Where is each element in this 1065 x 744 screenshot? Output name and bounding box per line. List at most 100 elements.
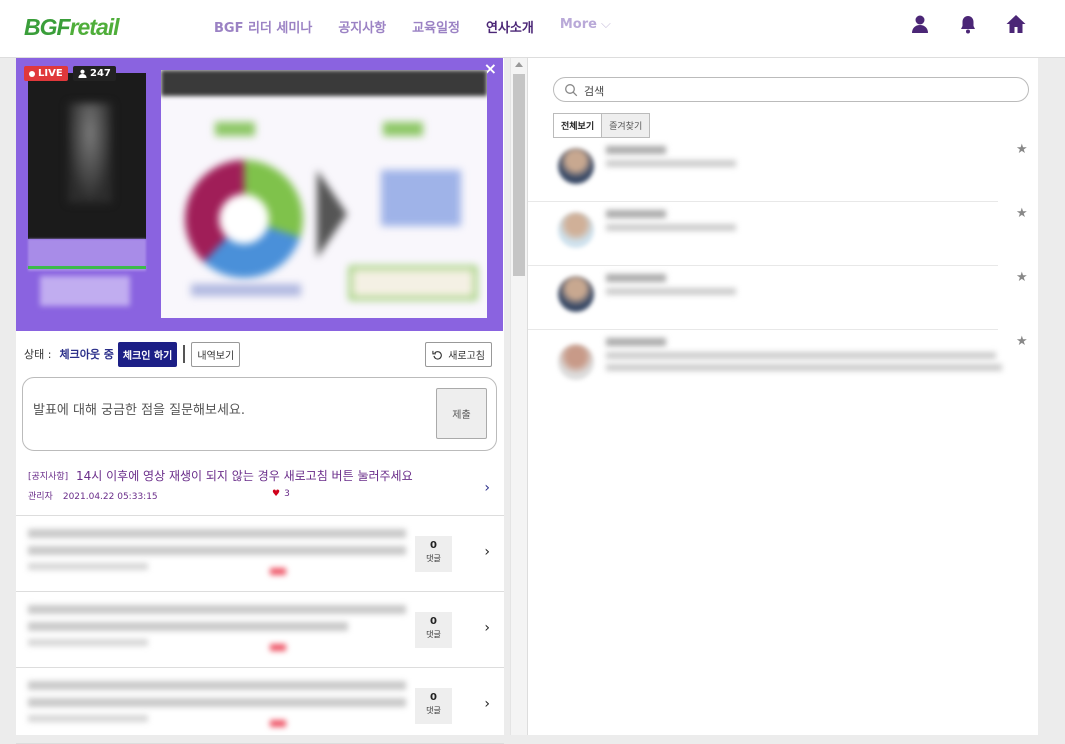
slide-text-blur [381,170,461,226]
blur-line [28,715,148,722]
comment-count: 0 [430,540,437,551]
main-nav: BGF 리더 세미나 공지사항 교육일정 연사소개 More ⌵ [214,17,611,36]
notice-author: 관리자 [28,492,53,502]
notice-title: 14시 이후에 영상 재생이 되지 않는 경우 새로고침 버튼 눌러주세요 [76,469,413,483]
comment-count: 0 [430,692,437,703]
comment-count-badge: 0 댓글 [415,612,452,648]
list-item[interactable]: 0 댓글 › [16,516,504,592]
blur-line [28,681,406,690]
submit-question-button[interactable]: 제출 [436,388,487,439]
nav-item-leader-seminar[interactable]: BGF 리더 세미나 [214,17,312,36]
bgf-retail-logo[interactable]: BGFretail [24,14,120,41]
user-icon[interactable] [909,13,931,35]
comment-count-badge: 0 댓글 [415,536,452,572]
comment-label: 댓글 [426,706,441,715]
slide-label-blur [383,122,423,136]
home-icon[interactable] [1005,13,1027,35]
nav-item-notice[interactable]: 공지사항 [338,17,386,36]
divider [183,345,186,363]
chevron-right-icon[interactable]: › [484,544,490,560]
speaker-tabs: 전체보기 즐겨찾기 [553,113,651,138]
favorite-star-icon[interactable]: ★ [1016,142,1028,157]
speaker-name-blur [606,338,666,346]
presentation-slide [161,70,487,318]
speaker-desc-blur [606,352,996,359]
chevron-right-icon[interactable]: › [484,696,490,712]
slide-header-blur [161,70,487,96]
speaker-desc-blur [606,160,736,167]
scroll-up-arrow-icon[interactable] [515,62,523,67]
speaker-list-item[interactable]: ★ [528,266,1028,330]
notice-date: 2021.04.22 05:33:15 [62,492,158,502]
list-item[interactable]: 0 댓글 › [16,592,504,668]
speaker-name-blur [606,146,666,154]
viewer-count: 247 [90,68,111,79]
comment-count: 0 [430,616,437,627]
refresh-icon [432,350,443,360]
notice-tag: [공지사항] [28,472,69,482]
list-item[interactable]: 0 댓글 › [16,668,504,744]
live-panel: LIVE 247 × 상태 : 체크아웃 중 체크인 하기 내역보기 새로고침 [16,58,504,744]
pinned-notice[interactable]: [공지사항] 14시 이후에 영상 재생이 되지 않는 경우 새로고침 버튼 눌… [16,466,504,516]
question-input-box[interactable]: 발표에 대해 궁금한 점을 질문해보세요. 제출 [22,377,497,451]
checkin-status-bar: 상태 : 체크아웃 중 체크인 하기 내역보기 새로고침 [16,341,504,367]
slide-box-blur [349,266,477,300]
speaker-panel: 검색 전체보기 즐겨찾기 ★ ★ ★ ★ [527,58,1038,735]
speaker-list-item[interactable]: ★ [528,138,1028,202]
tab-all[interactable]: 전체보기 [553,113,603,138]
camera-divider [28,266,146,269]
live-label: LIVE [38,68,63,79]
speaker-list-item[interactable]: ★ [528,202,1028,266]
blur-line [28,698,406,707]
scrollbar-thumb[interactable] [513,74,525,276]
favorite-star-icon[interactable]: ★ [1016,334,1028,349]
notice-likes[interactable]: ♥ 3 [272,489,290,499]
left-scrollbar[interactable] [510,58,527,735]
favorite-star-icon[interactable]: ★ [1016,270,1028,285]
search-placeholder: 검색 [584,85,605,98]
comment-count-badge: 0 댓글 [415,688,452,724]
live-badge: LIVE [24,66,68,81]
slide-caption-blur [191,284,301,296]
nav-item-speakers[interactable]: 연사소개 [486,17,534,36]
nav-item-more[interactable]: More ⌵ [560,17,611,36]
speaker-name-blur [606,274,666,282]
comment-label: 댓글 [426,554,441,563]
chevron-right-icon[interactable]: › [484,480,490,496]
heart-icon [270,720,286,727]
chevron-right-icon[interactable]: › [484,620,490,636]
search-icon [565,84,578,97]
slide-arrow-shape [317,170,347,258]
notice-like-count: 3 [284,489,290,499]
favorite-star-icon[interactable]: ★ [1016,206,1028,221]
speaker-list-item[interactable]: ★ [528,330,1028,390]
blur-line [28,622,348,631]
comment-label: 댓글 [426,630,441,639]
blur-line [28,563,148,570]
tab-favorites[interactable]: 즐겨찾기 [602,113,651,138]
question-text-blur [28,605,406,654]
checkin-button[interactable]: 체크인 하기 [117,341,178,367]
avatar [558,344,594,380]
heart-icon: ♥ [272,489,281,499]
refresh-label: 새로고침 [448,351,485,362]
speaker-search-input[interactable]: 검색 [553,77,1029,102]
avatar [558,212,594,248]
nav-item-schedule[interactable]: 교육일정 [412,17,460,36]
blur-line [28,639,148,646]
history-button[interactable]: 내역보기 [191,341,241,367]
slide-label-blur [215,122,255,136]
speaker-desc-blur [606,224,736,231]
blur-line [28,605,406,614]
camera-subcaption-blur [40,276,130,306]
nav-more-label: More [559,17,597,32]
live-dot-icon [29,70,35,77]
bell-icon[interactable] [957,13,979,35]
logo-retail-text: retail [69,14,120,40]
refresh-button[interactable]: 새로고침 [425,342,492,367]
question-text-blur [28,529,406,578]
chevron-down-icon: ⌵ [600,17,611,32]
status-label: 상태 : [24,348,52,361]
speaker-figure [68,103,112,203]
video-player[interactable]: LIVE 247 × [16,58,503,331]
